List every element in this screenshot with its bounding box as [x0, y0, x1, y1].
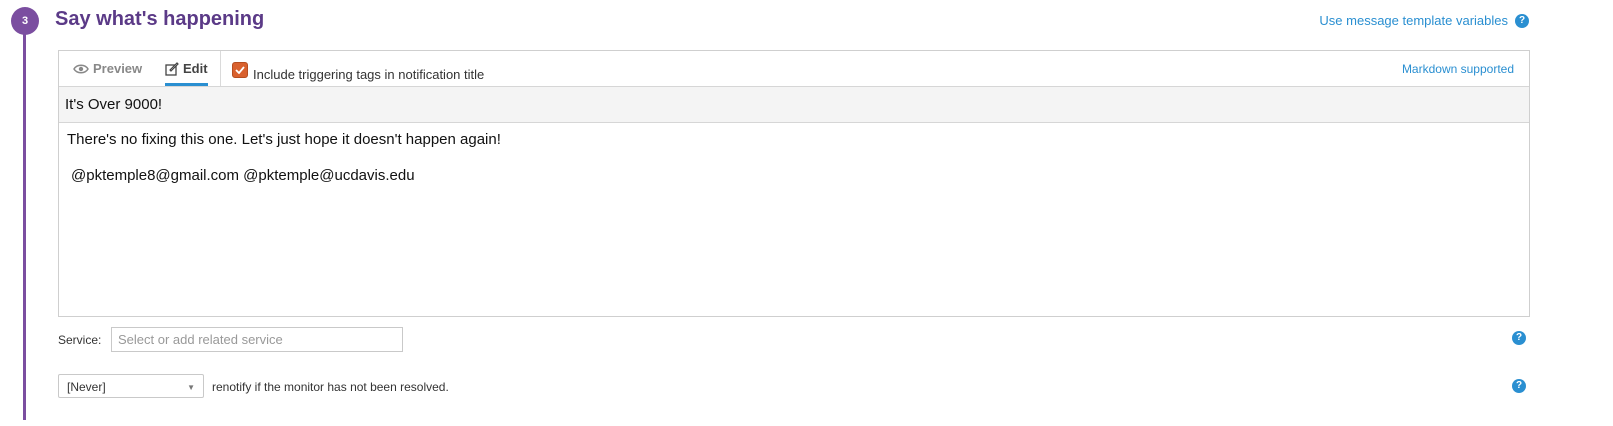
service-input[interactable] — [111, 327, 403, 352]
editor-toolbar: Preview Edit Include triggering tags in … — [59, 51, 1529, 87]
toolbar-divider — [220, 51, 221, 86]
tab-preview[interactable]: Preview — [73, 51, 142, 86]
body-line: @pktemple8@gmail.com @pktemple@ucdavis.e… — [71, 166, 415, 184]
service-help-icon[interactable]: ? — [1512, 331, 1526, 345]
template-variables-label: Use message template variables — [1319, 13, 1508, 28]
pencil-icon — [165, 61, 179, 76]
help-icon[interactable]: ? — [1515, 13, 1529, 28]
include-tags-label: Include triggering tags in notification … — [253, 67, 485, 82]
template-variables-link[interactable]: Use message template variables ? — [1319, 13, 1529, 28]
include-tags-option: Include triggering tags in notification … — [232, 61, 485, 82]
tab-edit-label: Edit — [183, 61, 208, 76]
body-line: There's no fixing this one. Let's just h… — [67, 131, 501, 148]
section-title: Say what's happening — [55, 8, 265, 30]
message-editor: Preview Edit Include triggering tags in … — [58, 50, 1530, 317]
step-number-badge: 3 — [11, 7, 39, 35]
renotify-help-icon[interactable]: ? — [1512, 379, 1526, 393]
notification-body-textarea[interactable]: There's no fixing this one. Let's just h… — [59, 123, 1529, 192]
renotify-select[interactable]: [Never] ▼ — [58, 374, 204, 398]
markdown-supported-link[interactable]: Markdown supported — [1402, 62, 1514, 76]
include-tags-checkbox[interactable] — [232, 61, 248, 78]
tab-preview-label: Preview — [93, 61, 143, 76]
step-timeline-line — [23, 20, 26, 420]
renotify-description: renotify if the monitor has not been res… — [212, 380, 449, 394]
renotify-selected-value: [Never] — [67, 380, 106, 394]
chevron-down-icon: ▼ — [187, 383, 195, 392]
eye-icon — [73, 64, 89, 73]
check-icon — [235, 65, 245, 74]
service-label: Service: — [58, 333, 102, 347]
notification-title-input[interactable]: It's Over 9000! — [59, 87, 1529, 123]
tab-edit[interactable]: Edit — [165, 51, 208, 86]
